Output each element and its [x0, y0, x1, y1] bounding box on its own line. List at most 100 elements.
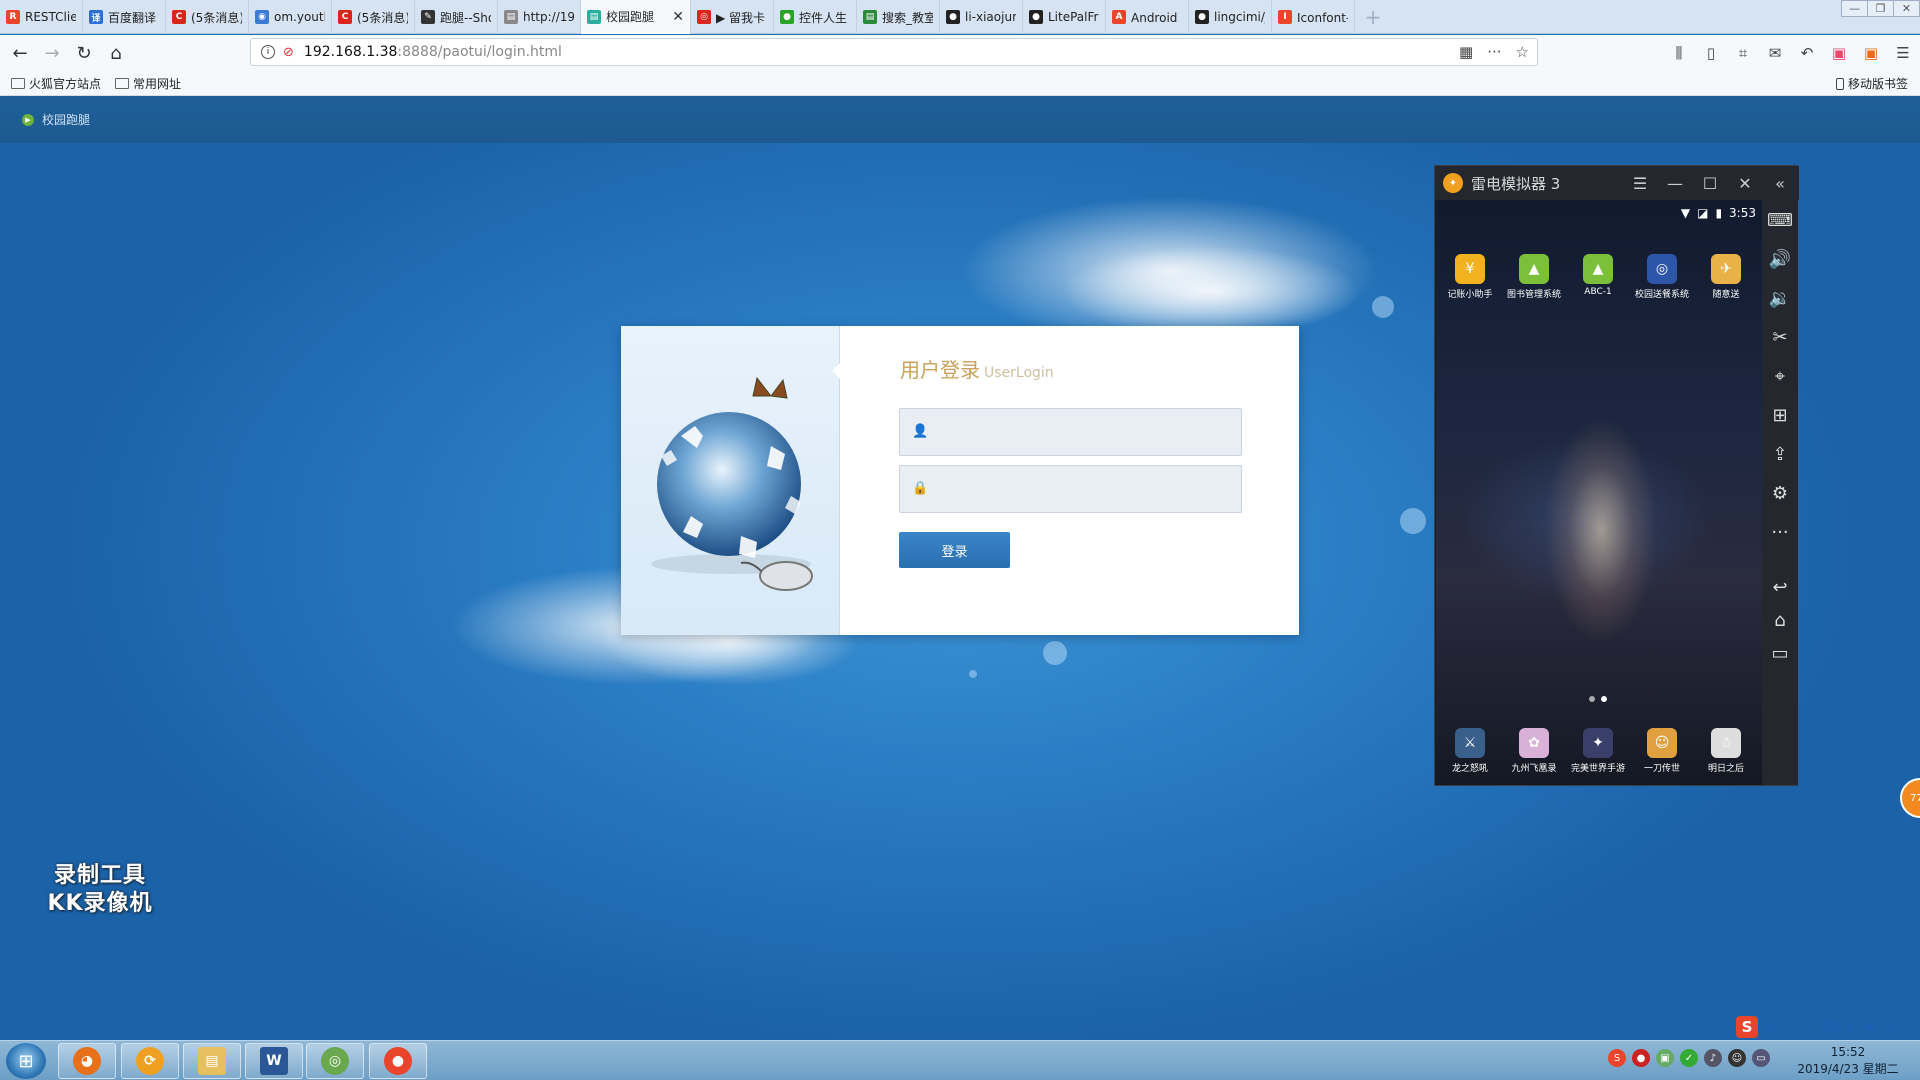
close-tab-icon[interactable]: ✕ — [672, 9, 684, 25]
emulator-close-button[interactable]: ✕ — [1728, 166, 1762, 200]
ime-skin-icon[interactable]: ♣ — [1862, 1018, 1878, 1036]
menu-icon[interactable]: ☰ — [1894, 44, 1912, 62]
volume-up-icon[interactable]: 🔊 — [1762, 243, 1798, 275]
browser-tab[interactable]: ◉ om.youth.b — [249, 0, 332, 34]
emulator-minimize-button[interactable]: — — [1658, 166, 1692, 200]
location-icon[interactable]: ⌖ — [1762, 360, 1798, 392]
emulator-menu-button[interactable]: ☰ — [1623, 166, 1657, 200]
taskbar-app-orange[interactable]: ⟳ — [121, 1043, 179, 1079]
undo-close-icon[interactable]: ↶ — [1798, 44, 1816, 62]
bookmark-star-icon[interactable]: ☆ — [1516, 43, 1529, 61]
more-actions-icon[interactable]: ··· — [1487, 43, 1501, 61]
add-window-icon[interactable]: ⊞ — [1762, 399, 1798, 431]
ime-keyboard-icon[interactable]: ⌨ — [1821, 1018, 1838, 1036]
start-button[interactable]: ⊞ — [6, 1043, 46, 1079]
settings-icon[interactable]: ⚙ — [1762, 477, 1798, 509]
android-recents-icon[interactable]: ▭ — [1762, 637, 1798, 669]
browser-tab[interactable]: ✎ 跑腿--Show — [415, 0, 498, 34]
browser-tab[interactable]: ▤ 校园跑腿 ✕ — [581, 0, 691, 34]
login-card: 用户登录 UserLogin 👤 🔒 登录 — [621, 326, 1299, 635]
taskbar-explorer[interactable]: ▤ — [183, 1043, 241, 1079]
qq-icon[interactable]: ☺ — [1728, 1049, 1746, 1067]
ime-punct-icon[interactable]: °, — [1802, 1018, 1818, 1036]
android-home-icon[interactable]: ⌂ — [1762, 604, 1798, 636]
app-shortcut[interactable]: ✦ 完美世界手游 — [1568, 728, 1628, 774]
ime-user-icon[interactable]: ♙ — [1842, 1018, 1858, 1036]
app-shortcut[interactable]: ▲ 图书管理系统 — [1504, 254, 1564, 300]
emulator-maximize-button[interactable]: ☐ — [1693, 166, 1727, 200]
chat-icon[interactable]: ✉ — [1766, 44, 1784, 62]
browser-tab[interactable]: ● LitePalFram — [1023, 0, 1106, 34]
android-screen[interactable]: ▼ ◪ ▮ 3:53 ¥ 记账小助手 ▲ 图书管理系统 ▲ ABC-1 ◎ 校园送餐系统 ✈ 随意… — [1436, 200, 1762, 785]
app-shortcut[interactable]: ¥ 记账小助手 — [1440, 254, 1500, 300]
ime-tool-icon[interactable]: ✎ — [1882, 1018, 1898, 1036]
android-back-icon[interactable]: ↩ — [1762, 571, 1798, 603]
bookmark-common-sites[interactable]: 常用网址 — [115, 75, 181, 92]
password-field[interactable]: 🔒 — [899, 465, 1242, 513]
browser-tab[interactable]: ▤ 搜索_教室 — [857, 0, 940, 34]
watermark-line: 录制工具 — [53, 863, 146, 888]
app-shortcut[interactable]: ☺ 一刀传世 — [1632, 728, 1692, 774]
new-tab-button[interactable]: + — [1355, 0, 1391, 33]
tray-network-icon[interactable]: ▣ — [1656, 1049, 1674, 1067]
browser-tab[interactable]: ◎ ▶ 留我卡 — [691, 0, 774, 34]
address-bar[interactable]: i ⊘ 192.168.1.38:8888/paotui/login.html … — [250, 38, 1538, 66]
sidebar-icon[interactable]: ▯ — [1702, 44, 1720, 62]
emulator-collapse-button[interactable]: « — [1763, 166, 1797, 200]
taskbar-word[interactable]: W — [245, 1043, 303, 1079]
taskbar-recorder[interactable]: ● — [369, 1043, 427, 1079]
taskbar-firefox[interactable]: ◕ — [58, 1043, 116, 1079]
app-shortcut[interactable]: ☃ 明日之后 — [1696, 728, 1756, 774]
info-icon[interactable]: i — [261, 45, 275, 59]
volume-icon[interactable]: ♪ — [1704, 1049, 1722, 1067]
keyboard-icon[interactable]: ⌨ — [1762, 204, 1798, 236]
app-shortcut[interactable]: ✿ 九州飞凰录 — [1504, 728, 1564, 774]
mobile-bookmarks[interactable]: 移动版书签 — [1835, 75, 1908, 92]
tray-app-icon[interactable]: ● — [1632, 1049, 1650, 1067]
ime-moon-icon[interactable]: ☾ — [1782, 1018, 1798, 1036]
toolbar-right: ⫼ ▯ ⌗ ✉ ↶ ▣ ▣ ☰ — [1670, 35, 1912, 71]
browser-tab[interactable]: ▤ http://192.1 — [498, 0, 581, 34]
tray-security-icon[interactable]: ✓ — [1680, 1049, 1698, 1067]
app-shortcut[interactable]: ✈ 随意送 — [1696, 254, 1756, 300]
browser-tab[interactable]: 译百度翻译 — [83, 0, 166, 34]
username-field[interactable]: 👤 — [899, 408, 1242, 456]
app-shortcut[interactable]: ▲ ABC-1 — [1568, 254, 1628, 297]
github-icon: ● — [1029, 10, 1043, 24]
home-button[interactable]: ⌂ — [100, 38, 132, 68]
taskbar-clock[interactable]: 15:52 2019/4/23 星期二 — [1788, 1044, 1908, 1078]
browser-tab[interactable]: A Android 多 — [1106, 0, 1189, 34]
app-shortcut[interactable]: ⚔ 龙之怒吼 — [1440, 728, 1500, 774]
browser-tab[interactable]: ● li-xiaojun/ — [940, 0, 1023, 34]
install-apk-icon[interactable]: ⇪ — [1762, 438, 1798, 470]
minimize-button[interactable]: — — [1841, 0, 1868, 17]
app-shortcut[interactable]: ◎ 校园送餐系统 — [1632, 254, 1692, 300]
sogou-tray-icon[interactable]: S — [1608, 1049, 1626, 1067]
qr-code-icon[interactable]: ▦ — [1459, 43, 1473, 61]
login-button[interactable]: 登录 — [899, 532, 1010, 568]
browser-tab[interactable]: C (5条消息)先 — [332, 0, 415, 34]
close-window-button[interactable]: ✕ — [1893, 0, 1920, 17]
reload-button[interactable]: ↻ — [68, 38, 100, 68]
browser-tab[interactable]: I Iconfont-阿 — [1272, 0, 1355, 34]
sogou-ime-icon[interactable]: S — [1736, 1016, 1758, 1038]
more-icon[interactable]: ··· — [1762, 516, 1798, 548]
screenshot-icon[interactable]: ⌗ — [1734, 44, 1752, 62]
display-icon[interactable]: ▭ — [1752, 1049, 1770, 1067]
restore-button[interactable]: ❐ — [1867, 0, 1894, 17]
taskbar-android-studio[interactable]: ◎ — [306, 1043, 364, 1079]
browser-tab[interactable]: ● lingcimi/jjc — [1189, 0, 1272, 34]
extension-jh-icon[interactable]: ▣ — [1830, 44, 1848, 62]
library-icon[interactable]: ⫼ — [1670, 44, 1688, 62]
volume-down-icon[interactable]: 🔉 — [1762, 282, 1798, 314]
back-button[interactable]: ← — [4, 38, 36, 68]
page-icon: ▤ — [504, 10, 518, 24]
forward-button[interactable]: → — [36, 38, 68, 68]
browser-tab[interactable]: R RESTClient — [0, 0, 83, 34]
scissors-icon[interactable]: ✂ — [1762, 321, 1798, 353]
browser-tab[interactable]: C (5条消息)An — [166, 0, 249, 34]
extension-orange-icon[interactable]: ▣ — [1862, 44, 1880, 62]
browser-tab[interactable]: ● 控件人生 — [774, 0, 857, 34]
bookmark-firefox-site[interactable]: 火狐官方站点 — [11, 75, 101, 92]
ime-chinese-icon[interactable]: 中 — [1762, 1018, 1778, 1036]
